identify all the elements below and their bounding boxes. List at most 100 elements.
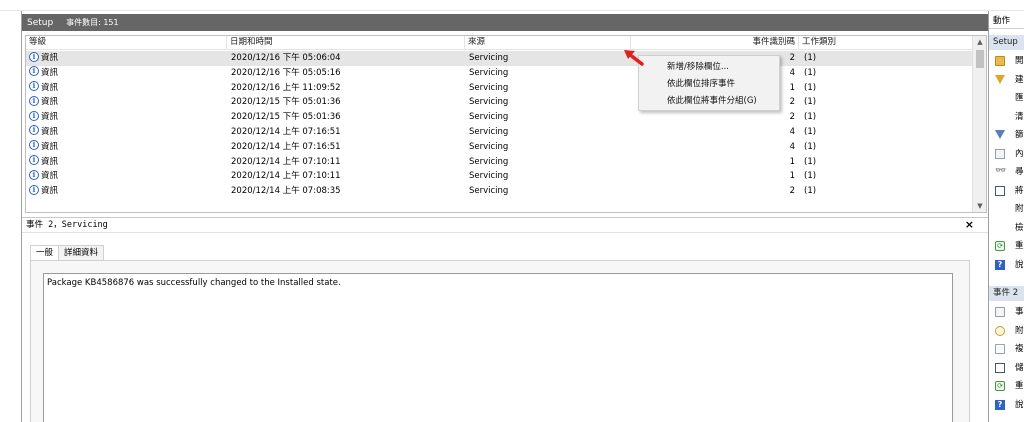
action-item[interactable]: 儲 (989, 360, 1024, 376)
action-item[interactable]: ? 說 (989, 397, 1024, 413)
action-item[interactable]: ? 說 (989, 257, 1024, 273)
column-context-menu: 新增/移除欄位... 依此欄位排序事件 依此欄位將事件分組(G) (638, 55, 780, 111)
source-cell: Servicing (469, 171, 509, 182)
source-cell: Servicing (469, 126, 509, 137)
action-item[interactable]: 事 (989, 304, 1024, 320)
action-item[interactable]: 👓 尋 (989, 164, 1024, 180)
source-cell: Servicing (469, 186, 509, 197)
datetime-cell: 2020/12/14 上午 07:16:51 (231, 126, 341, 137)
action-item[interactable]: 附 (989, 201, 1024, 217)
action-item[interactable]: 內 (989, 146, 1024, 162)
action-item[interactable]: 篩 (989, 127, 1024, 143)
task-category-cell: (1) (804, 97, 817, 108)
scroll-down-icon[interactable]: ▼ (973, 200, 986, 212)
table-row[interactable]: i 資訊 2020/12/14 上午 07:16:51 Servicing 4 (1) (26, 140, 972, 155)
tab-details[interactable]: 詳細資料 (58, 245, 105, 260)
action-label: 將 (1015, 185, 1024, 196)
action-item[interactable]: 開 (989, 53, 1024, 69)
action-item[interactable]: 匯 (989, 90, 1024, 106)
level-text: 資訊 (41, 53, 59, 63)
table-row[interactable]: i 資訊 2020/12/16 下午 05:05:16 Servicing 4 (1) (26, 66, 972, 81)
table-row[interactable]: i 資訊 2020/12/15 下午 05:01:36 Servicing 2 (1) (26, 95, 972, 110)
table-row[interactable]: i 資訊 2020/12/14 上午 07:10:11 Servicing 1 (1) (26, 155, 972, 170)
event-rows: i 資訊 2020/12/16 下午 05:06:04 Servicing 2 (1) i 資… (26, 51, 972, 199)
menu-item-add-remove-columns[interactable]: 新增/移除欄位... (639, 60, 779, 75)
datetime-cell: 2020/12/15 下午 05:01:36 (231, 97, 341, 108)
action-item[interactable]: ⟳ 重 (989, 378, 1024, 394)
action-label: 說 (1015, 259, 1024, 270)
level-text: 資訊 (41, 186, 59, 197)
event-detail-header: 事件 2，Servicing × (22, 217, 988, 231)
column-header-datetime[interactable]: 日期和時間 (227, 36, 465, 50)
level-cell: i 資訊 (29, 110, 225, 125)
level-text: 資訊 (41, 171, 59, 182)
table-row[interactable]: i 資訊 2020/12/14 上午 07:16:51 Servicing 4 (1) (26, 125, 972, 140)
list-scrollbar[interactable]: ▲ ▼ (972, 36, 986, 212)
top-band (0, 0, 1024, 11)
column-header-level[interactable]: 等級 (26, 36, 227, 50)
source-cell: Servicing (469, 67, 509, 78)
info-icon: i (29, 81, 39, 92)
level-cell: i 資訊 (29, 81, 225, 96)
action-item[interactable]: 將 (989, 183, 1024, 199)
event-list[interactable]: 等級 日期和時間 來源 事件識別碼 工作類別 i 資訊 2020/12/16 下午 … (25, 35, 987, 213)
table-row[interactable]: i 資訊 2020/12/16 下午 05:06:04 Servicing 2 (1) (26, 51, 972, 66)
actions-section-event[interactable]: 事件 2 (989, 286, 1024, 301)
column-header-event-id[interactable]: 事件識別碼 (631, 36, 799, 50)
level-text: 資訊 (41, 126, 59, 137)
action-item[interactable]: 清 (989, 109, 1024, 125)
datetime-cell: 2020/12/16 下午 05:05:16 (231, 67, 341, 78)
level-cell: i 資訊 (29, 184, 225, 199)
action-label: 檢 (1015, 222, 1024, 233)
info-icon: i (29, 155, 39, 166)
table-row[interactable]: i 資訊 2020/12/14 上午 07:08:35 Servicing 2 (1) (26, 184, 972, 199)
source-cell: Servicing (469, 156, 509, 167)
level-text: 資訊 (41, 67, 59, 78)
level-text: 資訊 (41, 97, 59, 108)
action-item[interactable]: 附 (989, 323, 1024, 339)
source-cell: Servicing (469, 112, 509, 123)
event-id-cell: 1 (789, 171, 795, 182)
tab-general[interactable]: 一般 (30, 245, 60, 261)
level-text: 資訊 (41, 112, 59, 123)
action-item[interactable]: ⟳ 重 (989, 238, 1024, 254)
menu-item-sort-by-column[interactable]: 依此欄位排序事件 (639, 77, 779, 92)
scroll-thumb[interactable] (976, 50, 984, 68)
action-label: 複 (1015, 344, 1024, 354)
close-icon[interactable]: × (965, 218, 974, 232)
action-item[interactable]: 建 (989, 72, 1024, 88)
action-item[interactable]: 檢 (989, 220, 1024, 236)
info-icon: i (29, 125, 39, 136)
action-label: 匯 (1015, 93, 1024, 103)
task-category-cell: (1) (804, 171, 817, 182)
help-icon: ? (995, 259, 1005, 270)
center-pane: Setup 事件數目: 151 等級 日期和時間 來源 事件識別碼 工作類別 i… (22, 11, 988, 422)
actions-section-log[interactable]: Setup (989, 35, 1024, 50)
scroll-up-icon[interactable]: ▲ (973, 36, 986, 48)
table-row[interactable]: i 資訊 2020/12/16 上午 11:09:52 Servicing 1 (1) (26, 81, 972, 96)
action-item[interactable]: 複 (989, 341, 1024, 357)
datetime-cell: 2020/12/16 上午 11:09:52 (231, 82, 341, 93)
table-row[interactable]: i 資訊 2020/12/15 下午 05:01:36 Servicing 2 (1) (26, 110, 972, 125)
event-description[interactable]: Package KB4586876 was successfully chang… (43, 273, 953, 422)
copy-icon (995, 344, 1005, 354)
action-label: 說 (1015, 399, 1024, 410)
menu-item-group-by-column[interactable]: 依此欄位將事件分組(G) (639, 94, 779, 109)
column-header-source[interactable]: 來源 (465, 36, 631, 50)
action-label: 清 (1015, 111, 1024, 122)
actions-header: 動作 (989, 14, 1024, 29)
action-label: 重 (1015, 381, 1024, 391)
column-header-task-category[interactable]: 工作類別 (799, 36, 972, 50)
level-cell: i 資訊 (29, 66, 225, 81)
event-detail-title: 事件 2，Servicing (26, 220, 108, 230)
event-detail-pane: 一般 詳細資料 Package KB4586876 was successful… (22, 232, 988, 422)
console-tree-pane (0, 11, 22, 422)
table-row[interactable]: i 資訊 2020/12/14 上午 07:10:11 Servicing 1 (1) (26, 169, 972, 184)
filter-current-icon (995, 130, 1005, 139)
level-cell: i 資訊 (29, 95, 225, 110)
level-cell: i 資訊 (29, 169, 225, 184)
action-label: 附 (1015, 325, 1024, 336)
log-name: Setup (27, 18, 54, 28)
level-text: 資訊 (41, 156, 59, 167)
datetime-cell: 2020/12/15 下午 05:01:36 (231, 112, 341, 123)
